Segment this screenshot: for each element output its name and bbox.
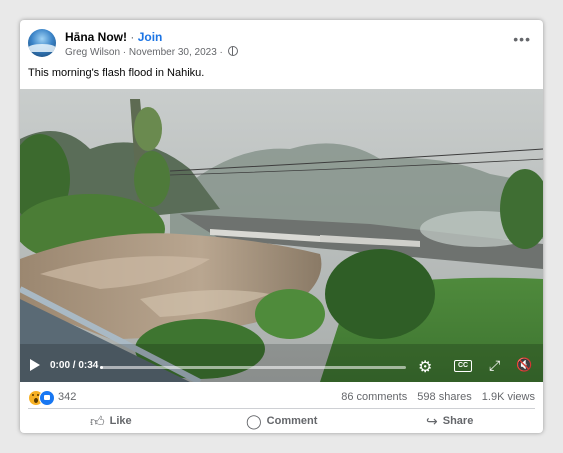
comments-count[interactable]: 86 comments xyxy=(341,391,407,403)
meta-separator-2: · xyxy=(219,47,223,58)
page-avatar[interactable] xyxy=(28,29,56,57)
actions-divider xyxy=(28,408,535,409)
video-frame xyxy=(20,89,543,382)
globe-icon xyxy=(227,46,238,56)
like-label: Like xyxy=(109,415,132,427)
comment-label: Comment xyxy=(266,415,318,427)
video-controls: 0:00 / 0:34 ⚙ CC ⤢ 🔇 xyxy=(20,346,543,382)
join-link[interactable]: Join xyxy=(138,30,163,44)
like-button[interactable]: 👍︎ Like xyxy=(90,410,132,432)
views-count: 1.9K views xyxy=(481,391,535,403)
share-button[interactable]: ↪ Share xyxy=(426,410,473,432)
comment-button[interactable]: ◯ Comment xyxy=(246,410,317,432)
title-separator: · xyxy=(130,30,135,44)
video-progress-bar[interactable] xyxy=(100,366,406,369)
cc-icon[interactable]: CC xyxy=(454,360,472,372)
page-name-link[interactable]: Hāna Now! xyxy=(65,30,127,44)
settings-icon[interactable]: ⚙ xyxy=(418,357,432,377)
share-arrow-icon: ↪ xyxy=(426,412,438,429)
meta-separator: · xyxy=(122,47,127,58)
post-header-title: Hāna Now! · Join xyxy=(65,30,162,44)
shares-count[interactable]: 598 shares xyxy=(417,391,471,403)
mute-icon[interactable]: 🔇 xyxy=(516,357,532,373)
post-date-link[interactable]: November 30, 2023 xyxy=(129,47,217,58)
video-progress-fill xyxy=(100,366,104,369)
video-time: 0:00 / 0:34 xyxy=(50,360,99,371)
post-meta: Greg Wilson · November 30, 2023 · xyxy=(65,46,238,58)
like-reaction-icon xyxy=(39,390,55,406)
fullscreen-icon[interactable]: ⤢ xyxy=(489,357,500,374)
post-caption: This morning's flash flood in Nahiku. xyxy=(28,67,205,79)
play-icon[interactable] xyxy=(30,359,40,371)
more-options-button[interactable]: ••• xyxy=(513,32,531,46)
author-link[interactable]: Greg Wilson xyxy=(65,47,120,58)
speech-bubble-icon: ◯ xyxy=(246,412,262,429)
post-card: Hāna Now! · Join Greg Wilson · November … xyxy=(20,20,543,433)
reaction-count[interactable]: 342 xyxy=(58,391,76,403)
engagement-counts: 86 comments 598 shares 1.9K views xyxy=(334,391,535,403)
thumbs-up-icon: 👍︎ xyxy=(90,412,105,429)
share-label: Share xyxy=(442,415,474,427)
video-player[interactable] xyxy=(20,89,543,382)
